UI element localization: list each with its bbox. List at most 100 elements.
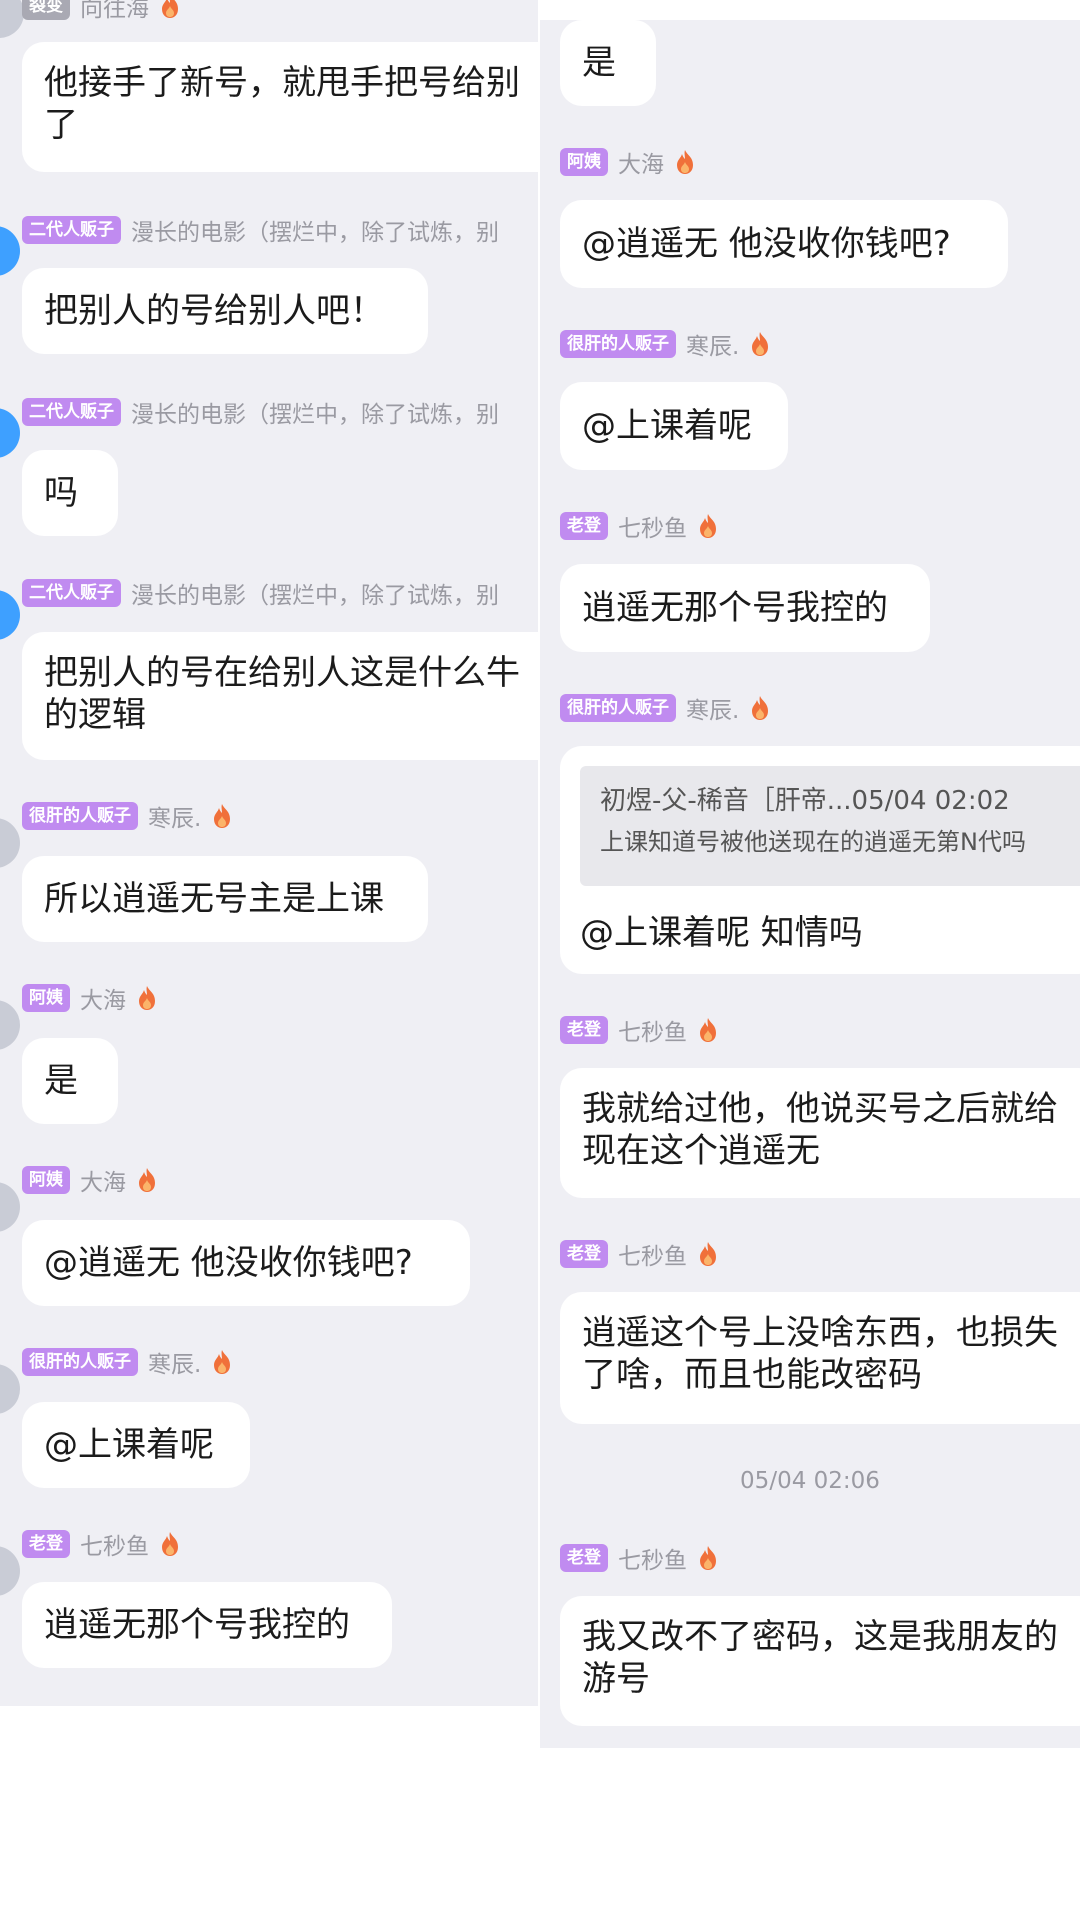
username[interactable]: 寒辰. (686, 327, 739, 361)
message-header: 二代人贩子 漫长的电影（摆烂中，除了试炼，别 (22, 575, 507, 611)
message-text: 所以逍遥无号主是上课 (44, 879, 384, 919)
message-bubble[interactable]: 所以逍遥无号主是上课 (22, 856, 428, 942)
message-text-line: 逍遥这个号上没啥东西，也损失 (582, 1313, 1058, 1353)
username[interactable]: 大海 (80, 1163, 126, 1197)
flame-icon (134, 1166, 160, 1194)
flame-icon (747, 330, 773, 358)
message-bubble[interactable]: 他接手了新号，就甩手把号给别了 (22, 42, 540, 172)
message-header: 老登 七秒鱼 (560, 1012, 721, 1048)
quoted-text: 上课知道号被他送现在的逍遥无第N代吗 (600, 828, 1026, 856)
avatar[interactable] (0, 226, 20, 276)
username[interactable]: 向往海 (80, 0, 149, 23)
message-text-line: 我就给过他，他说买号之后就给 (582, 1089, 1058, 1129)
username[interactable]: 大海 (80, 981, 126, 1015)
message-bubble[interactable]: 我又改不了密码，这是我朋友的 游号 (560, 1596, 1080, 1726)
message-text-line: 了啥，而且也能改密码 (582, 1355, 922, 1395)
quoted-author: 初煜-父-稀音［肝帝...05/04 02:02 (600, 786, 1010, 816)
message-bubble[interactable]: 逍遥无那个号我控的 (560, 564, 930, 652)
message-header: 二代人贩子 漫长的电影（摆烂中，除了试炼，别 (22, 212, 507, 248)
message-text: 吗 (44, 473, 78, 513)
message-header: 阿姨 大海 (560, 144, 698, 180)
message-text-line: 我又改不了密码，这是我朋友的 (582, 1617, 1058, 1657)
username[interactable]: 大海 (618, 145, 664, 179)
quoted-message[interactable]: 初煜-父-稀音［肝帝...05/04 02:02 上课知道号被他送现在的逍遥无第… (580, 766, 1080, 886)
message-bubble[interactable]: 我就给过他，他说买号之后就给 现在这个逍遥无 (560, 1068, 1080, 1198)
message-header: 很肝的人贩子 寒辰. (22, 1344, 235, 1380)
member-title-badge: 很肝的人贩子 (22, 802, 138, 830)
message-header: 很肝的人贩子 寒辰. (560, 326, 773, 362)
message-text-line: 把别人的号在给别人这是什么牛 (44, 653, 520, 693)
message-bubble[interactable]: 逍遥这个号上没啥东西，也损失 了啥，而且也能改密码 (560, 1292, 1080, 1424)
flame-icon (695, 1240, 721, 1268)
member-title-badge: 二代人贩子 (22, 398, 121, 426)
message-header: 老登 七秒鱼 (560, 1236, 721, 1272)
message-header: 裂变 向往海 (22, 0, 183, 24)
message-text: @上课着呢 (582, 406, 752, 446)
username[interactable]: 寒辰. (148, 799, 201, 833)
message-header: 老登 七秒鱼 (22, 1526, 183, 1562)
avatar[interactable] (0, 1364, 20, 1414)
message-bubble[interactable]: 是 (22, 1038, 118, 1124)
flame-icon (157, 1530, 183, 1558)
reply-message-bubble[interactable]: 初煜-父-稀音［肝帝...05/04 02:02 上课知道号被他送现在的逍遥无第… (560, 746, 1080, 974)
message-bubble[interactable]: @逍遥无 他没收你钱吧? (560, 200, 1008, 288)
username[interactable]: 七秒鱼 (618, 509, 687, 543)
member-title-badge: 二代人贩子 (22, 216, 121, 244)
member-title-badge: 阿姨 (560, 148, 608, 176)
avatar[interactable] (0, 1182, 20, 1232)
avatar[interactable] (0, 0, 24, 38)
message-bubble[interactable]: @逍遥无 他没收你钱吧? (22, 1220, 470, 1306)
flame-icon (157, 0, 183, 20)
avatar[interactable] (0, 408, 20, 458)
message-header: 老登 七秒鱼 (560, 1540, 721, 1576)
message-bubble[interactable]: 逍遥无那个号我控的 (22, 1582, 392, 1668)
username[interactable]: 七秒鱼 (618, 1237, 687, 1271)
message-bubble[interactable]: @上课着呢 (22, 1402, 250, 1488)
member-title-badge: 阿姨 (22, 984, 70, 1012)
message-text: 把别人的号给别人吧！ (44, 291, 384, 331)
flame-icon (209, 802, 235, 830)
member-title-badge: 二代人贩子 (22, 579, 121, 607)
flame-icon (695, 512, 721, 540)
message-text: @逍遥无 他没收你钱吧? (44, 1243, 413, 1283)
message-bubble[interactable]: 把别人的号给别人吧！ (22, 268, 428, 354)
message-text-line: 现在这个逍遥无 (582, 1131, 820, 1171)
member-title-badge: 老登 (560, 1544, 608, 1572)
message-header: 老登 七秒鱼 (560, 508, 721, 544)
username[interactable]: 七秒鱼 (618, 1013, 687, 1047)
message-bubble[interactable]: 把别人的号在给别人这是什么牛 的逻辑 (22, 632, 540, 760)
message-bubble[interactable]: @上课着呢 (560, 382, 788, 470)
message-text: 是 (582, 43, 616, 83)
member-title-badge: 很肝的人贩子 (560, 694, 676, 722)
message-bubble[interactable]: 吗 (22, 450, 118, 536)
username[interactable]: 漫长的电影（摆烂中，除了试炼，别 (131, 213, 499, 247)
flame-icon (134, 984, 160, 1012)
message-text: 逍遥无那个号我控的 (44, 1605, 350, 1645)
message-text-line: 游号 (582, 1659, 650, 1699)
username[interactable]: 七秒鱼 (618, 1541, 687, 1575)
message-header: 很肝的人贩子 寒辰. (560, 690, 773, 726)
username[interactable]: 寒辰. (148, 1345, 201, 1379)
member-title-badge: 阿姨 (22, 1166, 70, 1194)
message-text-line: 他接手了新号，就甩手把号给别 (44, 63, 520, 103)
username[interactable]: 七秒鱼 (80, 1527, 149, 1561)
member-title-badge: 很肝的人贩子 (22, 1348, 138, 1376)
avatar[interactable] (0, 590, 20, 640)
member-title-badge: 老登 (560, 512, 608, 540)
message-header: 阿姨 大海 (22, 1162, 160, 1198)
message-text: 是 (44, 1061, 78, 1101)
username[interactable]: 漫长的电影（摆烂中，除了试炼，别 (131, 576, 499, 610)
member-title-badge: 老登 (560, 1016, 608, 1044)
flame-icon (209, 1348, 235, 1376)
flame-icon (695, 1016, 721, 1044)
avatar[interactable] (0, 1546, 20, 1596)
username[interactable]: 漫长的电影（摆烂中，除了试炼，别 (131, 395, 499, 429)
avatar[interactable] (0, 1000, 20, 1050)
left-chat-screenshot: 裂变 向往海 他接手了新号，就甩手把号给别了 二代人贩子 漫长的电影（摆烂中，除… (0, 0, 540, 1706)
avatar[interactable] (0, 818, 20, 868)
message-bubble[interactable]: 是 (560, 20, 656, 106)
username[interactable]: 寒辰. (686, 691, 739, 725)
message-text-line: 的逻辑 (44, 695, 146, 735)
timestamp: 05/04 02:06 (740, 1468, 880, 1494)
right-chat-screenshot: 是 阿姨 大海 @逍遥无 他没收你钱吧? 很肝的人贩子 寒辰. @上课着呢 老登… (540, 0, 1080, 1748)
